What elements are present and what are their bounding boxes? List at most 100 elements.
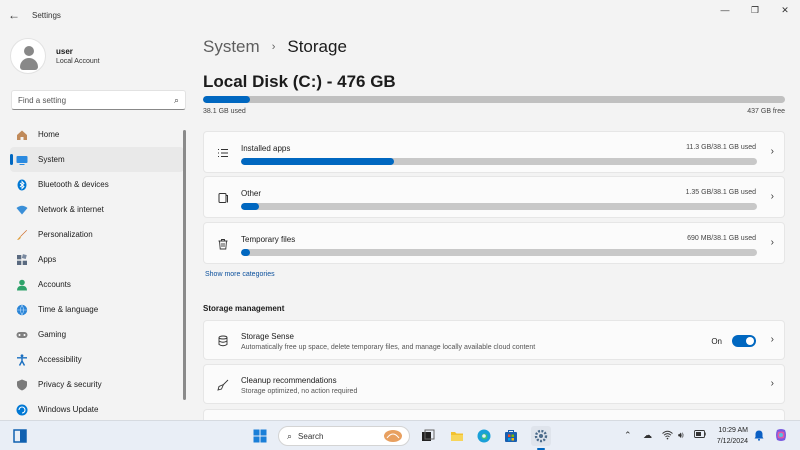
chevron-up-icon[interactable]: ⌃	[624, 430, 632, 441]
sidebar-item-label: Home	[38, 130, 60, 139]
category-name: Temporary files	[241, 235, 296, 244]
sidebar-item-personalization[interactable]: Personalization	[10, 222, 184, 247]
sidebar-scrollbar[interactable]	[183, 130, 186, 400]
sidebar-item-label: Gaming	[38, 330, 67, 339]
sidebar-item-label: Bluetooth & devices	[38, 180, 109, 189]
maximize-button[interactable]: ❐	[740, 0, 770, 20]
edge-icon[interactable]	[476, 428, 492, 444]
apps-icon	[16, 253, 28, 266]
disk-usage-fill	[203, 96, 250, 103]
sidebar-item-accessibility[interactable]: Accessibility	[10, 347, 184, 372]
sidebar-item-privacy[interactable]: Privacy & security	[10, 372, 184, 397]
category-bar-fill	[241, 203, 260, 210]
globe-icon	[16, 304, 28, 316]
category-other[interactable]: Other 1.35 GB/38.1 GB used ›	[203, 176, 785, 218]
category-bar	[241, 203, 757, 210]
taskbar-search-label: Search	[298, 431, 324, 441]
brush-icon	[16, 229, 28, 241]
cloud-icon[interactable]: ☁	[643, 430, 652, 441]
account-type: Local Account	[56, 58, 100, 65]
cleanup-recommendations-card[interactable]: Cleanup recommendations Storage optimize…	[203, 364, 785, 404]
sidebar-item-system[interactable]: System	[10, 147, 184, 172]
sidebar-item-accounts[interactable]: Accounts	[10, 272, 184, 297]
notification-bell-icon[interactable]	[754, 430, 764, 443]
disk-title: Local Disk (C:) - 476 GB	[203, 72, 396, 91]
battery-icon[interactable]	[694, 430, 706, 440]
page-title: Storage	[287, 37, 347, 56]
taskbar: ⌕ Search ⌃ ☁ 🔊︎ 10:29 AM 7/12/2024	[0, 420, 800, 450]
bluetooth-icon	[16, 179, 28, 191]
accessibility-icon	[16, 353, 28, 366]
section-title-storage-management: Storage management	[203, 304, 285, 313]
clock[interactable]: 10:29 AM 7/12/2024	[717, 425, 748, 447]
sidebar-item-label: Accounts	[38, 280, 71, 289]
sidebar-item-label: Time & language	[38, 305, 99, 314]
shield-icon	[16, 379, 28, 391]
close-button[interactable]: ✕	[770, 0, 800, 20]
sidebar: user Local Account ⌕ Home System Bluetoo…	[0, 30, 190, 420]
search-highlight-icon	[383, 429, 403, 445]
sidebar-item-gaming[interactable]: Gaming	[10, 322, 184, 347]
chevron-right-icon: ›	[770, 237, 774, 248]
sidebar-item-label: Personalization	[38, 230, 93, 239]
cleanup-title: Cleanup recommendations	[241, 376, 337, 385]
disk-free-label: 437 GB free	[747, 108, 785, 115]
system-icon	[16, 154, 28, 166]
copilot-icon[interactable]	[774, 428, 788, 444]
title-bar: ← Settings — ❐ ✕	[0, 0, 800, 30]
sidebar-item-label: Apps	[38, 255, 57, 264]
settings-app-icon[interactable]	[531, 426, 551, 446]
task-view-icon[interactable]	[420, 428, 436, 444]
chevron-right-icon: ›	[770, 146, 774, 157]
wifi-icon[interactable]	[662, 430, 673, 442]
sidebar-item-network[interactable]: Network & internet	[10, 197, 184, 222]
category-temporary-files[interactable]: Temporary files 690 MB/38.1 GB used ›	[203, 222, 785, 264]
sidebar-item-bluetooth[interactable]: Bluetooth & devices	[10, 172, 184, 197]
wifi-icon	[16, 204, 28, 216]
search-input[interactable]	[18, 95, 168, 105]
sidebar-item-home[interactable]: Home	[10, 122, 184, 147]
store-icon[interactable]	[503, 428, 519, 444]
category-size: 11.3 GB/38.1 GB used	[686, 144, 756, 151]
sidebar-item-windows-update[interactable]: Windows Update	[10, 397, 184, 422]
volume-icon[interactable]: 🔊︎	[678, 430, 684, 441]
search-icon: ⌕	[173, 95, 179, 105]
broom-icon	[216, 378, 230, 392]
disk-usage-bar	[203, 96, 785, 103]
start-icon[interactable]	[252, 428, 268, 444]
user-profile[interactable]: user Local Account	[10, 38, 100, 74]
list-icon	[216, 146, 230, 160]
chevron-right-icon: ›	[770, 378, 774, 389]
file-explorer-icon[interactable]	[449, 428, 465, 444]
category-name: Installed apps	[241, 144, 291, 153]
user-name: user	[56, 47, 73, 56]
category-bar-fill	[241, 158, 395, 165]
show-more-categories-link[interactable]: Show more categories	[205, 271, 275, 278]
gamepad-icon	[16, 329, 28, 341]
minimize-button[interactable]: —	[710, 0, 740, 20]
back-button[interactable]: ←	[0, 0, 28, 30]
chevron-right-icon: ›	[770, 191, 774, 202]
sidebar-item-apps[interactable]: Apps	[10, 247, 184, 272]
taskbar-search[interactable]: ⌕ Search	[278, 426, 410, 446]
storage-sense-toggle[interactable]	[732, 335, 756, 347]
database-icon	[216, 334, 230, 348]
sidebar-item-label: Windows Update	[38, 405, 99, 414]
category-bar	[241, 158, 757, 165]
category-installed-apps[interactable]: Installed apps 11.3 GB/38.1 GB used ›	[203, 131, 785, 173]
category-size: 1.35 GB/38.1 GB used	[685, 189, 756, 196]
avatar	[10, 38, 46, 74]
home-icon	[16, 129, 28, 141]
next-card[interactable]	[203, 409, 785, 420]
chevron-right-icon: ›	[770, 334, 774, 345]
category-name: Other	[241, 189, 262, 198]
breadcrumb: System › Storage	[203, 37, 347, 57]
widgets-icon[interactable]	[12, 428, 28, 444]
sidebar-item-label: System	[38, 155, 65, 164]
clock-date: 7/12/2024	[716, 438, 748, 445]
cleanup-description: Storage optimized, no action required	[241, 388, 358, 395]
storage-sense-card[interactable]: Storage Sense Automatically free up spac…	[203, 320, 785, 360]
breadcrumb-parent[interactable]: System	[203, 37, 260, 57]
search-box[interactable]: ⌕	[11, 90, 186, 110]
sidebar-item-time-language[interactable]: Time & language	[10, 297, 184, 322]
